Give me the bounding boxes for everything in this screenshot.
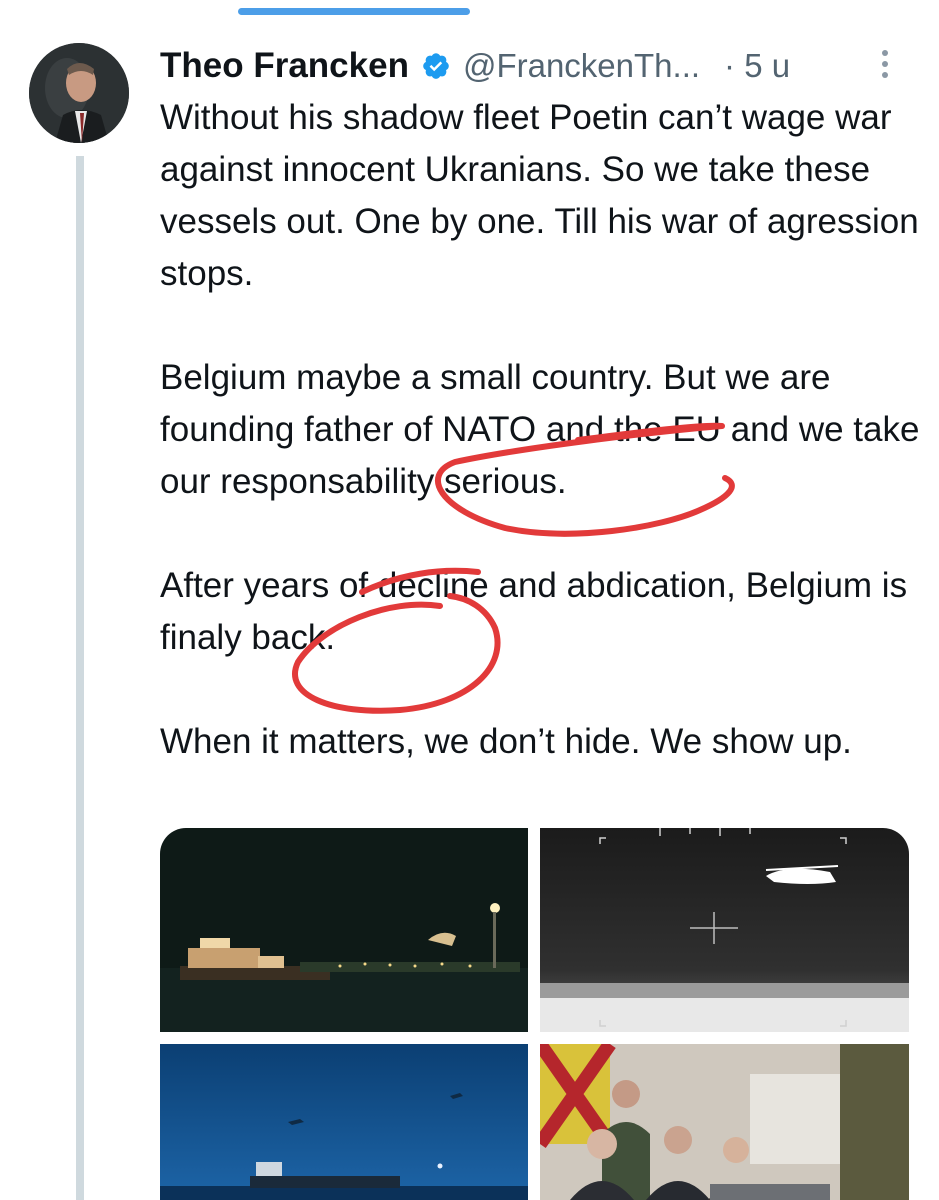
author-handle[interactable]: @FranckenTh... (463, 47, 700, 85)
photo-tanker-blue-hour[interactable] (160, 1044, 528, 1200)
photo-tanker-at-night[interactable] (160, 828, 528, 1032)
post-paragraph: After years of decline and abdication, B… (160, 566, 908, 657)
sheet-drag-handle[interactable] (238, 8, 470, 15)
author-name[interactable]: Theo Francken (160, 46, 409, 86)
more-options-icon[interactable] (877, 50, 893, 86)
verified-badge-icon (423, 53, 449, 79)
photo-thermal-helicopter[interactable] (540, 828, 909, 1032)
post-timestamp[interactable]: · 5 u (724, 47, 790, 85)
post-paragraph: Without his shadow fleet Poetin can’t wa… (160, 98, 919, 293)
post-header: Theo Francken @FranckenTh... · 5 u (160, 38, 920, 94)
post-paragraph: Belgium maybe a small country. But we ar… (160, 358, 920, 501)
thread-connector-line (76, 156, 84, 1200)
post-body: Without his shadow fleet Poetin can’t wa… (160, 92, 920, 820)
avatar[interactable] (29, 43, 129, 143)
photo-press-conference[interactable] (540, 1044, 909, 1200)
post-paragraph: When it matters, we don’t hide. We show … (160, 722, 852, 761)
